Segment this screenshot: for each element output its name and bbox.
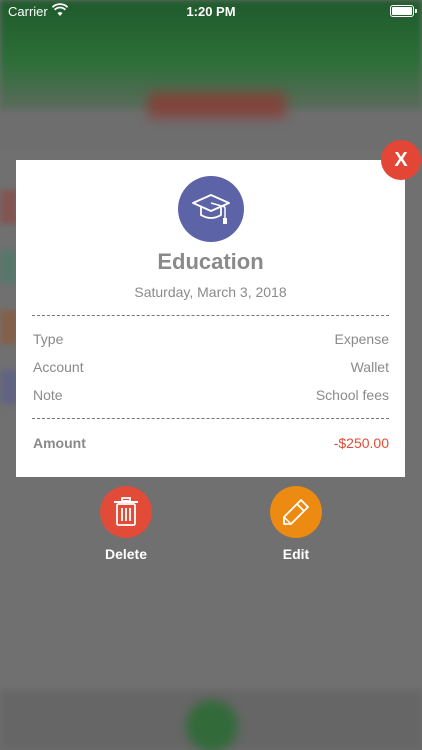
detail-row-note: Note School fees (33, 387, 389, 403)
detail-row-account: Account Wallet (33, 359, 389, 375)
graduation-cap-glyph (192, 194, 230, 224)
transaction-date: Saturday, March 3, 2018 (134, 284, 287, 300)
close-button[interactable]: X (381, 140, 421, 180)
category-title: Education (157, 249, 264, 274)
edit-button[interactable] (270, 486, 322, 538)
detail-label: Note (33, 387, 63, 403)
detail-value: Expense (334, 331, 389, 347)
delete-label[interactable]: Delete (76, 546, 176, 562)
pencil-icon (283, 499, 309, 525)
status-time: 1:20 PM (186, 4, 236, 19)
background-add-button (186, 700, 238, 750)
detail-value: Wallet (350, 359, 389, 375)
status-bar: Carrier 1:20 PM (0, 0, 422, 22)
trash-icon (114, 497, 138, 526)
battery-icon (390, 5, 417, 17)
detail-value: School fees (315, 387, 389, 403)
amount-value: -$250.00 (333, 435, 389, 451)
detail-label: Type (33, 331, 64, 347)
graduation-cap-icon (178, 176, 244, 242)
dashed-divider (32, 315, 389, 316)
delete-button[interactable] (100, 486, 152, 538)
transaction-detail-card: Education Saturday, March 3, 2018 Type E… (16, 160, 405, 477)
edit-label[interactable]: Edit (246, 546, 346, 562)
amount-label: Amount (33, 435, 86, 451)
detail-row-type: Type Expense (33, 331, 389, 347)
amount-row: Amount -$250.00 (33, 435, 389, 451)
dashed-divider (32, 418, 389, 419)
detail-label: Account (33, 359, 84, 375)
close-label: X (394, 148, 408, 171)
background-balance (148, 92, 286, 118)
